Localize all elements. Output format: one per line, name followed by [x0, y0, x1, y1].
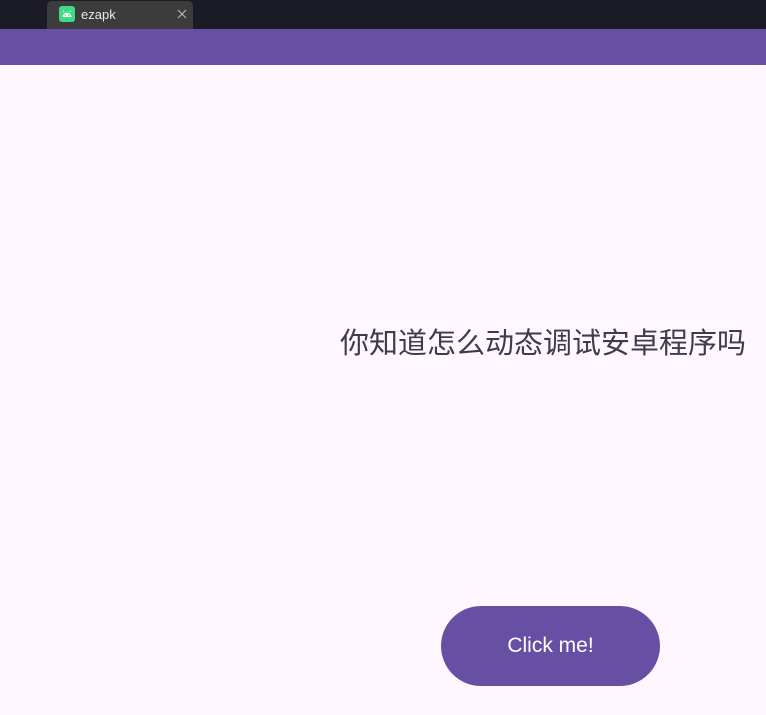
app-window: ezapk 你知道怎么动态调试安卓程序吗 Click me! — [0, 0, 766, 715]
main-content: 你知道怎么动态调试安卓程序吗 Click me! — [0, 65, 766, 715]
app-bar — [0, 29, 766, 65]
close-icon[interactable] — [174, 6, 190, 22]
tab-title: ezapk — [81, 7, 116, 22]
click-me-button[interactable]: Click me! — [441, 606, 660, 686]
tab-strip: ezapk — [0, 0, 766, 29]
message-text: 你知道怎么动态调试安卓程序吗 — [340, 326, 747, 360]
android-icon — [59, 6, 75, 22]
tab-ezapk[interactable]: ezapk — [47, 1, 193, 29]
